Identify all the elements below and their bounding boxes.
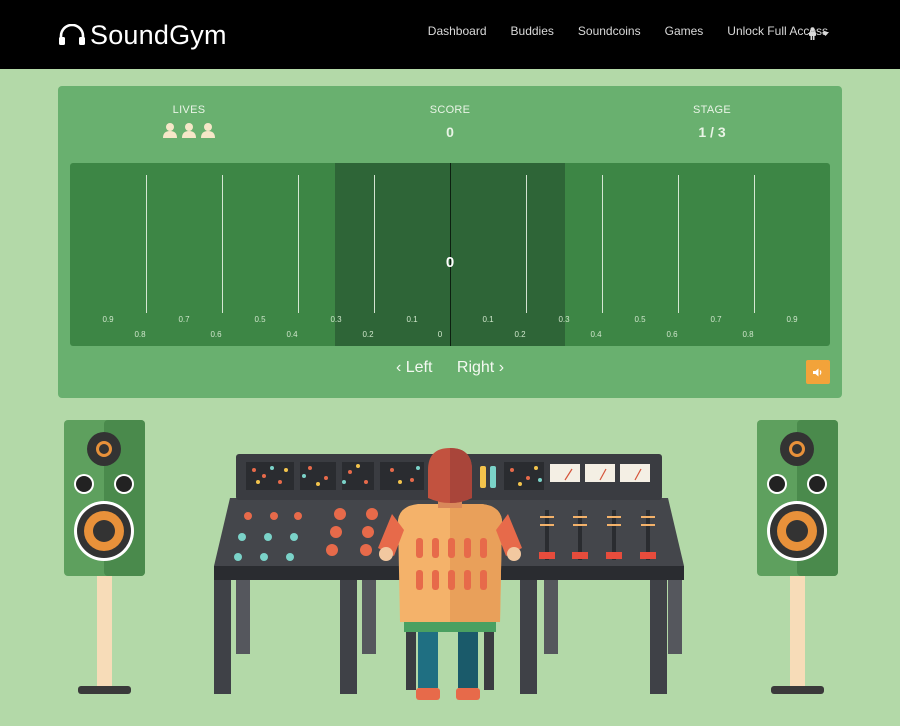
lives-stat: LIVES	[109, 104, 269, 138]
nav-link-games[interactable]: Games	[665, 24, 704, 38]
tick-label: 0.9	[786, 315, 798, 324]
tick-label: 0	[437, 330, 443, 339]
left-button[interactable]: ‹ Left	[396, 359, 432, 377]
score-stat: SCORE 0	[370, 104, 530, 140]
tick-label: 0.8	[134, 330, 146, 339]
lives-icons	[109, 122, 269, 138]
grid-line	[374, 175, 375, 313]
tick-label: 0.7	[178, 315, 190, 324]
nav-link-dashboard[interactable]: Dashboard	[428, 24, 487, 38]
tick-label: 0.6	[210, 330, 222, 339]
person-icon	[809, 27, 816, 40]
grid-line	[526, 175, 527, 313]
brand-logo[interactable]: SoundGym	[58, 17, 227, 53]
direction-controls: ‹ Left Right ›	[58, 359, 842, 377]
tick-label: 0.4	[286, 330, 298, 339]
tick-label: 0.1	[406, 315, 418, 324]
tick-label: 0.6	[666, 330, 678, 339]
life-user-icon	[163, 123, 177, 138]
grid-line	[678, 175, 679, 313]
life-user-icon	[201, 123, 215, 138]
lives-label: LIVES	[172, 104, 206, 116]
tick-label: 0.5	[634, 315, 646, 324]
grid-line	[146, 175, 147, 313]
life-user-icon	[182, 123, 196, 138]
tick-label: 0.2	[362, 330, 374, 339]
right-button[interactable]: Right ›	[457, 359, 504, 377]
grid-line	[298, 175, 299, 313]
grid-line	[754, 175, 755, 313]
vu-meters	[550, 464, 650, 482]
speaker-icon	[813, 368, 822, 376]
stage-stat: STAGE 1 / 3	[632, 104, 792, 140]
sound-toggle-button[interactable]	[806, 360, 830, 384]
grid-line	[222, 175, 223, 313]
nav-links: Dashboard Buddies Soundcoins Games Unloc…	[404, 24, 828, 38]
tick-label: 0.3	[558, 315, 570, 324]
pan-track[interactable]: 0 0.9 0.7 0.5 0.3 0.1 0.1 0.3 0.5 0.7 0.9 0.8 0.6 0.…	[70, 163, 830, 346]
game-panel: LIVES SCORE 0 STAGE 1 / 3 0 0.9 0.7 0.5 0.3…	[58, 86, 842, 398]
nav-link-buddies[interactable]: Buddies	[511, 24, 554, 38]
tick-label: 0.1	[482, 315, 494, 324]
studio-illustration	[64, 420, 838, 700]
navbar: SoundGym Dashboard Buddies Soundcoins Ga…	[0, 0, 900, 69]
brand-name: SoundGym	[90, 19, 227, 50]
tick-label: 0.2	[514, 330, 526, 339]
score-value: 0	[446, 124, 454, 140]
headphones-icon	[59, 24, 85, 45]
tick-label: 0.9	[102, 315, 114, 324]
left-speaker	[64, 420, 145, 694]
tick-label: 0.3	[330, 315, 342, 324]
tick-label: 0.5	[254, 315, 266, 324]
nav-link-soundcoins[interactable]: Soundcoins	[578, 24, 641, 38]
user-menu-toggle[interactable]	[808, 27, 829, 40]
right-speaker	[757, 420, 838, 694]
tick-label: 0.4	[590, 330, 602, 339]
tick-label: 0.7	[710, 315, 722, 324]
tick-label: 0.8	[742, 330, 754, 339]
stage-label: STAGE	[693, 104, 731, 116]
center-value: 0	[445, 254, 455, 271]
caret-down-icon	[822, 31, 829, 36]
grid-line	[602, 175, 603, 313]
score-label: SCORE	[429, 104, 471, 116]
stage-value: 1 / 3	[698, 124, 726, 140]
